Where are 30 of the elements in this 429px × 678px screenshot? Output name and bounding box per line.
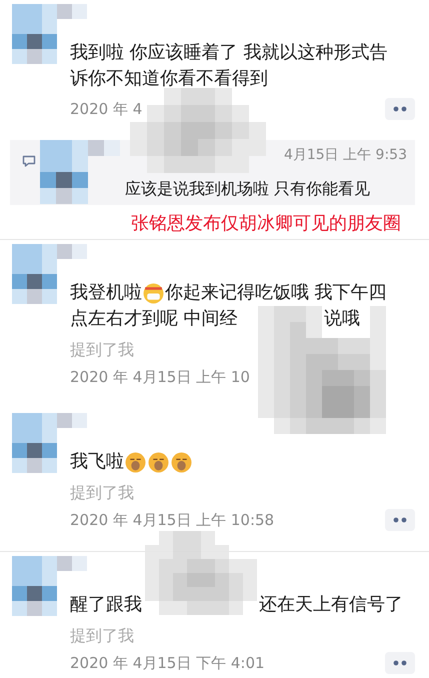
mention-label: 提到了我 bbox=[70, 626, 135, 646]
post-text: 我到啦 你应该睡着了 我就以这种形式告 bbox=[70, 41, 388, 65]
post-time: 2020 年 4月15日 上午 10 bbox=[70, 368, 250, 386]
mention-label: 提到了我 bbox=[70, 340, 135, 360]
post-text: 我飞啦 bbox=[70, 450, 124, 474]
dots-icon bbox=[393, 660, 407, 666]
post-text: 诉你不知道你看不看得到 bbox=[70, 67, 268, 91]
dots-icon bbox=[393, 517, 407, 523]
post-text: 你起来记得吃饭哦 我下午四 bbox=[165, 281, 387, 305]
post-text: 点左右才到呢 中间经 bbox=[70, 307, 238, 331]
caption-text: 张铭恩发布仅胡冰卿可见的朋友圈 bbox=[131, 212, 401, 236]
masked-face-emoji-icon bbox=[143, 282, 164, 304]
comment-text: 应该是说我到机场啦 只有你能看见 bbox=[125, 178, 372, 200]
mention-label: 提到了我 bbox=[70, 483, 135, 503]
post-time: 2020 年 4 bbox=[70, 100, 142, 118]
post-text: 醒了跟我 bbox=[70, 593, 142, 617]
sleepy-face-emoji-icon bbox=[148, 452, 169, 472]
more-button[interactable] bbox=[385, 509, 415, 531]
more-button[interactable] bbox=[385, 98, 415, 120]
more-button[interactable] bbox=[385, 652, 415, 674]
sleepy-face-emoji-icon bbox=[171, 452, 192, 472]
post-text: 我登机啦 bbox=[70, 281, 142, 305]
post-time: 2020 年 4月15日 下午 4:01 bbox=[70, 654, 265, 672]
comment-icon bbox=[22, 155, 36, 168]
post-time: 2020 年 4月15日 上午 10:58 bbox=[70, 510, 274, 530]
post-text: 说哦 bbox=[324, 307, 360, 331]
post-text: 还在天上有信号了 bbox=[259, 593, 403, 617]
comment-time: 4月15日 上午 9:53 bbox=[282, 146, 407, 164]
sleepy-face-emoji-icon bbox=[125, 452, 146, 472]
dots-icon bbox=[393, 106, 407, 112]
